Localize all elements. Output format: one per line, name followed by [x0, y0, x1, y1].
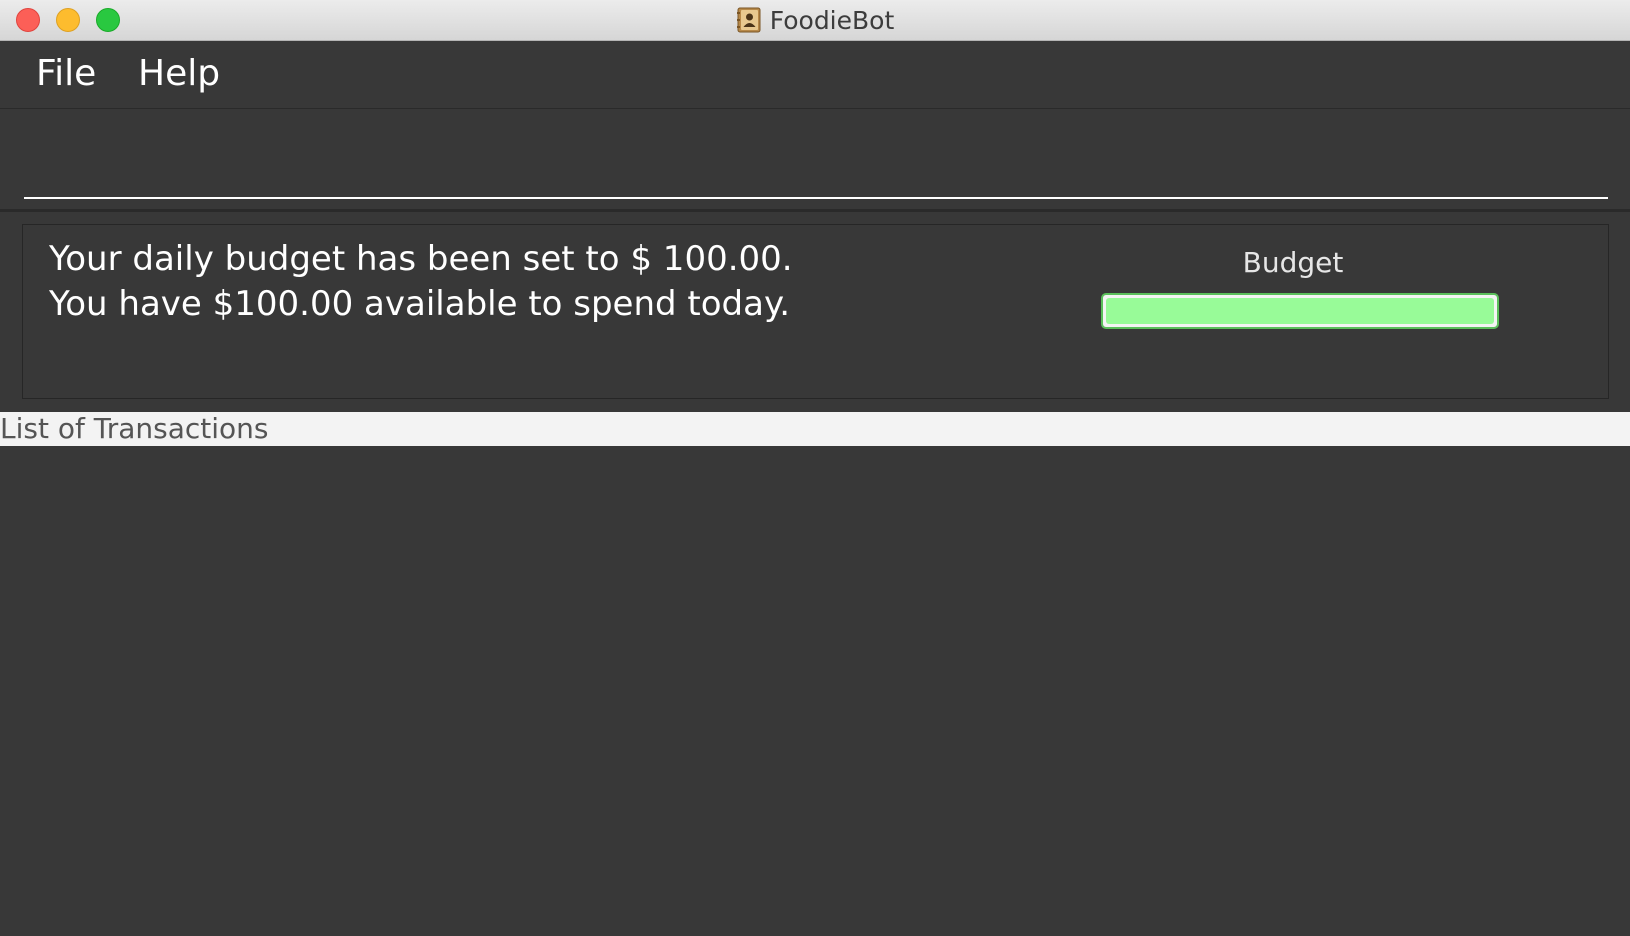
transactions-list-header: List of Transactions	[0, 412, 1630, 446]
result-line-budget-set: Your daily budget has been set to $ 100.…	[49, 239, 793, 279]
title-bar[interactable]: FoodieBot	[0, 0, 1630, 41]
transactions-list[interactable]	[0, 446, 1630, 936]
window-title-group: FoodieBot	[0, 6, 1630, 36]
menu-help[interactable]: Help	[138, 51, 220, 97]
contacts-book-icon	[736, 7, 762, 33]
budget-progress-bar	[1101, 293, 1499, 329]
command-input[interactable]	[24, 139, 1608, 199]
app-window: FoodieBot File Help Your daily budget ha…	[0, 0, 1630, 936]
window-title: FoodieBot	[769, 6, 895, 35]
command-box-panel	[0, 109, 1630, 212]
budget-label: Budget	[1242, 246, 1344, 279]
result-display-panel: Your daily budget has been set to $ 100.…	[22, 224, 1609, 399]
result-line-available: You have $100.00 available to spend toda…	[49, 284, 791, 324]
menu-bar: File Help	[0, 41, 1630, 109]
budget-progress-fill	[1106, 298, 1494, 324]
menu-file[interactable]: File	[36, 51, 96, 97]
result-display: Your daily budget has been set to $ 100.…	[49, 237, 989, 327]
